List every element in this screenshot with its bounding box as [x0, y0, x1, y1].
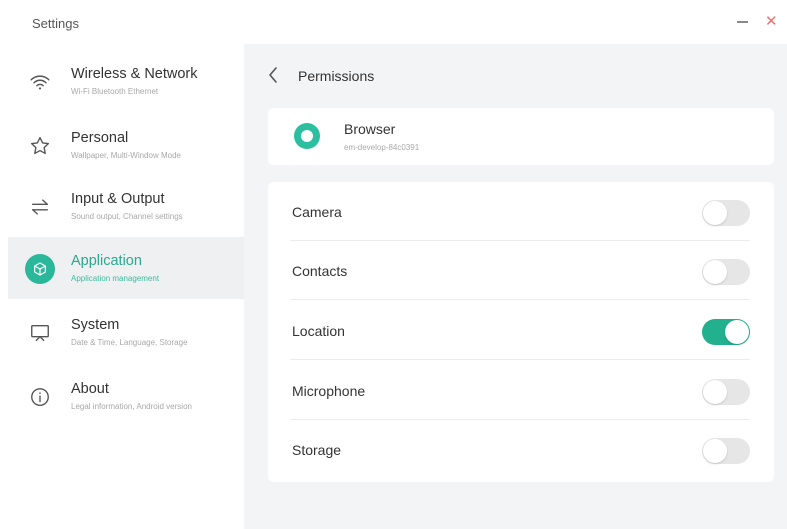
sidebar-item-subtitle: Wallpaper, Multi-Window Mode	[71, 151, 181, 160]
cube-icon	[25, 254, 55, 284]
sidebar-item-system[interactable]: System Date & Time, Language, Storage	[8, 301, 244, 363]
permission-row-location[interactable]: Location	[268, 301, 774, 360]
permission-label: Microphone	[292, 383, 366, 399]
app-info-card: Browser em-develop-84c0391	[268, 108, 774, 165]
browser-app-icon	[294, 123, 320, 149]
info-icon	[25, 382, 55, 412]
location-toggle[interactable]	[702, 319, 750, 345]
sidebar-item-label: Personal	[71, 130, 129, 146]
monitor-icon	[25, 318, 55, 348]
app-name: Browser	[344, 121, 396, 137]
window-title: Settings	[32, 16, 79, 31]
divider	[290, 359, 750, 360]
app-package: em-develop-84c0391	[344, 143, 420, 152]
main-content: Permissions Browser em-develop-84c0391 C…	[244, 44, 787, 529]
camera-toggle[interactable]	[702, 200, 750, 226]
toggle-knob	[703, 439, 727, 463]
permission-row-storage[interactable]: Storage	[268, 420, 774, 479]
toggle-knob	[703, 380, 727, 404]
sidebar: Wireless & Network Wi-Fi Bluetooth Ether…	[8, 44, 244, 529]
sidebar-item-subtitle: Wi-Fi Bluetooth Ethernet	[71, 87, 159, 96]
close-icon[interactable]: ✕	[765, 12, 778, 32]
star-icon	[25, 131, 55, 161]
sidebar-item-subtitle: Sound output, Channel settings	[71, 212, 183, 221]
minimize-icon[interactable]	[737, 21, 748, 23]
title-bar: Settings ✕	[0, 0, 787, 44]
sidebar-item-input-output[interactable]: Input & Output Sound output, Channel set…	[8, 175, 244, 237]
permission-row-contacts[interactable]: Contacts	[268, 241, 774, 300]
permission-row-microphone[interactable]: Microphone	[268, 361, 774, 420]
contacts-toggle[interactable]	[702, 259, 750, 285]
sidebar-item-label: System	[71, 317, 120, 333]
sidebar-item-label: About	[71, 381, 109, 397]
sidebar-item-subtitle: Application management	[71, 274, 160, 283]
sidebar-item-label: Input & Output	[71, 191, 165, 207]
sidebar-item-label: Wireless & Network	[71, 66, 198, 82]
permission-label: Camera	[292, 204, 342, 220]
sidebar-item-about[interactable]: About Legal information, Android version	[8, 365, 244, 427]
microphone-toggle[interactable]	[702, 379, 750, 405]
page-title: Permissions	[298, 68, 375, 84]
sidebar-item-personal[interactable]: Personal Wallpaper, Multi-Window Mode	[8, 114, 244, 176]
permission-label: Location	[292, 323, 345, 339]
toggle-knob	[725, 320, 749, 344]
chevron-left-icon[interactable]	[265, 65, 283, 85]
wifi-icon	[25, 67, 55, 97]
permission-label: Storage	[292, 442, 342, 458]
toggle-knob	[703, 260, 727, 284]
sidebar-item-application[interactable]: Application Application management	[8, 237, 244, 299]
sidebar-item-wireless-network[interactable]: Wireless & Network Wi-Fi Bluetooth Ether…	[8, 50, 244, 112]
sidebar-item-subtitle: Date & Time, Language, Storage	[71, 338, 188, 347]
sidebar-item-label: Application	[71, 253, 142, 269]
permission-row-camera[interactable]: Camera	[268, 182, 774, 241]
toggle-knob	[703, 201, 727, 225]
storage-toggle[interactable]	[702, 438, 750, 464]
divider	[290, 299, 750, 300]
swap-arrows-icon	[25, 192, 55, 222]
sidebar-item-subtitle: Legal information, Android version	[71, 402, 192, 411]
permission-label: Contacts	[292, 263, 348, 279]
permissions-list: Camera Contacts Location Microphone Stor…	[268, 182, 774, 482]
